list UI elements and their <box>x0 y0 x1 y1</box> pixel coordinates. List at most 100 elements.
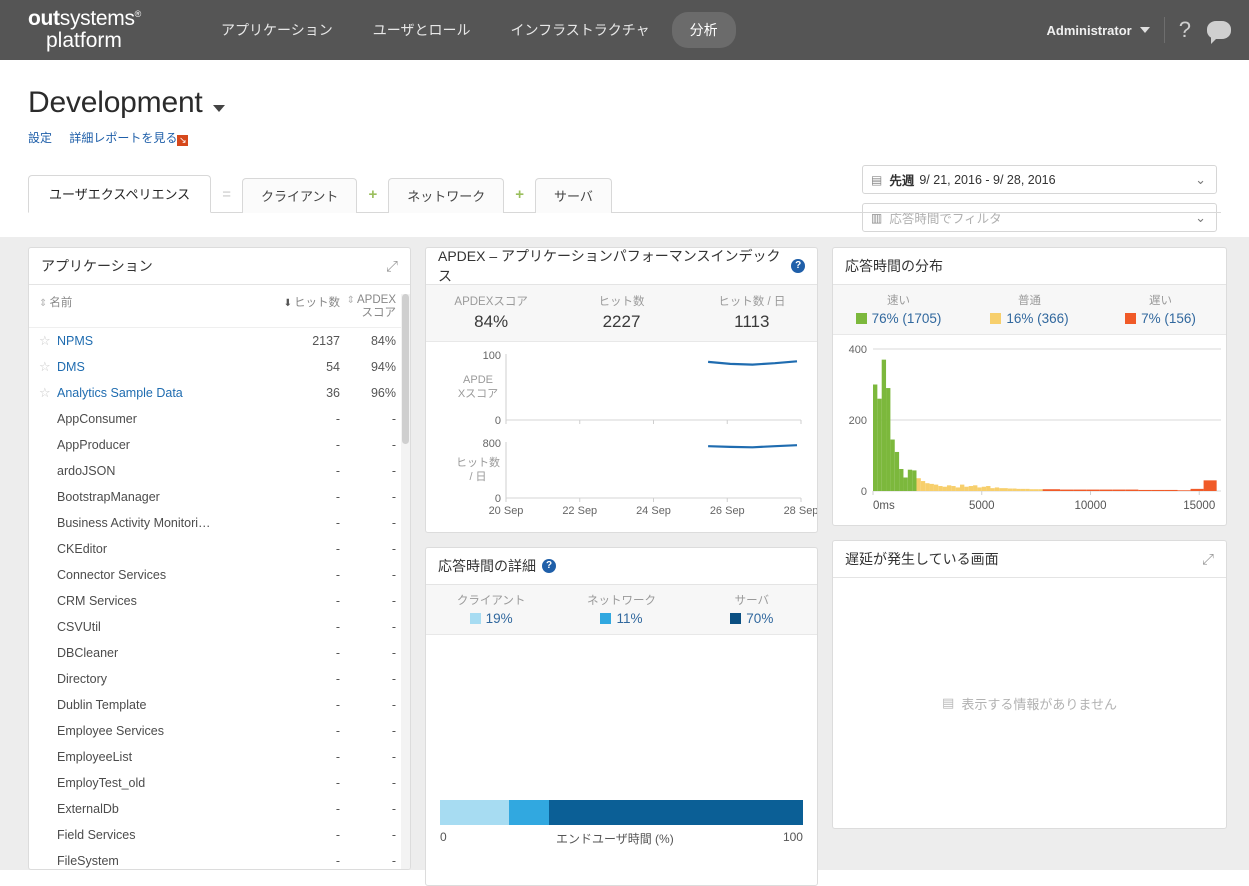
table-row[interactable]: ExternalDb-- <box>29 796 410 822</box>
nav-item-infrastructure[interactable]: インフラストラクチャ <box>492 12 667 48</box>
settings-link[interactable]: 設定 <box>28 131 52 145</box>
table-row[interactable]: CKEditor-- <box>29 536 410 562</box>
application-apdex: - <box>340 854 396 868</box>
application-apdex: - <box>340 464 396 478</box>
stack-segment-2[interactable] <box>549 800 803 825</box>
table-row[interactable]: AppConsumer-- <box>29 406 410 432</box>
stack-segment-0[interactable] <box>440 800 509 825</box>
column-header-apdex-2[interactable]: スコア <box>362 307 397 319</box>
application-name: EmployTest_old <box>57 776 262 790</box>
application-apdex: - <box>340 724 396 738</box>
application-apdex: - <box>340 776 396 790</box>
svg-text:0: 0 <box>495 415 501 427</box>
nav-item-users-roles[interactable]: ユーザとロール <box>355 12 489 48</box>
sort-icon[interactable]: ⇕ <box>347 295 355 306</box>
legend-fast: 速い 76% (1705) <box>833 292 964 326</box>
help-icon[interactable]: ? <box>542 559 556 573</box>
tab-server[interactable]: サーバ <box>535 178 612 213</box>
column-header-apdex-1[interactable]: APDEX <box>357 294 396 306</box>
applications-table-body[interactable]: ☆NPMS213784%☆DMS5494%☆Analytics Sample D… <box>29 328 410 870</box>
application-name[interactable]: Analytics Sample Data <box>57 386 262 400</box>
application-name: Dublin Template <box>57 698 262 712</box>
svg-text:28 Sep: 28 Sep <box>784 505 817 517</box>
favorite-star-icon[interactable]: ☆ <box>39 333 57 349</box>
logo-out: out <box>28 7 60 30</box>
applications-scrollbar[interactable] <box>401 294 410 869</box>
table-row[interactable]: EmployTest_old-- <box>29 770 410 796</box>
stacked-bar[interactable] <box>440 800 803 825</box>
table-row[interactable]: CRM Services-- <box>29 588 410 614</box>
table-row[interactable]: AppProducer-- <box>29 432 410 458</box>
stacked-bar-axis: 0 エンドユーザ時間 (%) 100 <box>440 830 803 847</box>
favorite-star-icon[interactable]: ☆ <box>39 359 57 375</box>
application-hits: - <box>262 828 340 842</box>
application-name: AppConsumer <box>57 412 262 426</box>
help-icon[interactable]: ? <box>791 259 805 273</box>
empty-state-text: 表示する情報がありません <box>961 694 1117 713</box>
stat-label: APDEXスコア <box>426 293 556 309</box>
legend-slow: 遅い 7% (156) <box>1095 292 1226 326</box>
nav-item-analytics[interactable]: 分析 <box>672 12 736 48</box>
application-name[interactable]: NPMS <box>57 334 262 348</box>
application-apdex: - <box>340 802 396 816</box>
application-name: FileSystem <box>57 854 262 868</box>
table-row[interactable]: Field Services-- <box>29 822 410 848</box>
user-menu-label[interactable]: Administrator <box>1047 23 1132 38</box>
expand-icon[interactable]: ⤢ <box>1202 551 1214 568</box>
table-row[interactable]: CSVUtil-- <box>29 614 410 640</box>
application-name: CKEditor <box>57 542 262 556</box>
stacked-bar-area: 0 エンドユーザ時間 (%) 100 <box>426 635 817 885</box>
sort-desc-icon[interactable]: ⬇ <box>284 298 292 309</box>
application-name[interactable]: DMS <box>57 360 262 374</box>
tab-client[interactable]: クライアント <box>242 178 357 213</box>
legend-swatch <box>856 313 867 324</box>
table-row[interactable]: FileSystem-- <box>29 848 410 870</box>
logo-platform: platform <box>46 30 141 52</box>
scrollbar-thumb[interactable] <box>402 294 409 444</box>
distribution-card: 応答時間の分布 速い 76% (1705) 普通 16% (366) 遅い 7%… <box>832 247 1227 526</box>
distribution-card-title: 応答時間の分布 <box>845 256 943 276</box>
application-name: BootstrapManager <box>57 490 262 504</box>
legend-value: 16% (366) <box>1006 311 1068 326</box>
stack-segment-1[interactable] <box>509 800 549 825</box>
table-row[interactable]: ☆DMS5494% <box>29 354 410 380</box>
table-row[interactable]: Employee Services-- <box>29 718 410 744</box>
slow-screens-card: 遅延が発生している画面 ⤢ ▤ 表示する情報がありません <box>832 540 1227 829</box>
stat-hits: ヒット数 2227 <box>556 293 686 332</box>
application-name: CSVUtil <box>57 620 262 634</box>
chevron-down-icon[interactable] <box>1140 27 1150 33</box>
application-apdex: - <box>340 490 396 504</box>
tab-network[interactable]: ネットワーク <box>388 178 504 213</box>
nav-item-applications[interactable]: アプリケーション <box>203 12 351 48</box>
column-header-name[interactable]: 名前 <box>49 297 72 309</box>
legend-label: 遅い <box>1095 292 1226 308</box>
column-header-hits[interactable]: ヒット数 <box>294 297 340 309</box>
tab-separator-plus: + <box>357 186 388 212</box>
logo-registered-icon: ® <box>135 9 141 19</box>
question-mark-icon[interactable]: ? <box>1179 17 1191 43</box>
apdex-stats-row: APDEXスコア 84% ヒット数 2227 ヒット数 / 日 1113 <box>426 285 817 342</box>
table-row[interactable]: Dublin Template-- <box>29 692 410 718</box>
table-row[interactable]: DBCleaner-- <box>29 640 410 666</box>
expand-icon[interactable]: ⤢ <box>386 258 398 275</box>
table-row[interactable]: Directory-- <box>29 666 410 692</box>
sort-icon[interactable]: ⇕ <box>39 298 47 309</box>
environment-chevron-down-icon[interactable] <box>213 105 225 112</box>
no-data-icon: ▤ <box>942 695 954 711</box>
table-row[interactable]: ☆NPMS213784% <box>29 328 410 354</box>
application-hits: - <box>262 516 340 530</box>
table-row[interactable]: BootstrapManager-- <box>29 484 410 510</box>
table-row[interactable]: ardoJSON-- <box>29 458 410 484</box>
tab-separator-plus: + <box>504 186 535 212</box>
favorite-star-icon[interactable]: ☆ <box>39 385 57 401</box>
legend-swatch <box>470 613 481 624</box>
detailed-report-link[interactable]: 詳細レポートを見る↘ <box>69 131 188 145</box>
chat-bubble-icon[interactable] <box>1207 21 1231 39</box>
table-row[interactable]: EmployeeList-- <box>29 744 410 770</box>
tab-user-experience[interactable]: ユーザエクスペリエンス <box>28 175 211 213</box>
empty-state: ▤ 表示する情報がありません <box>942 694 1117 713</box>
table-row[interactable]: Connector Services-- <box>29 562 410 588</box>
table-row[interactable]: ☆Analytics Sample Data3696% <box>29 380 410 406</box>
table-row[interactable]: Business Activity Monitori…-- <box>29 510 410 536</box>
application-name: Directory <box>57 672 262 686</box>
